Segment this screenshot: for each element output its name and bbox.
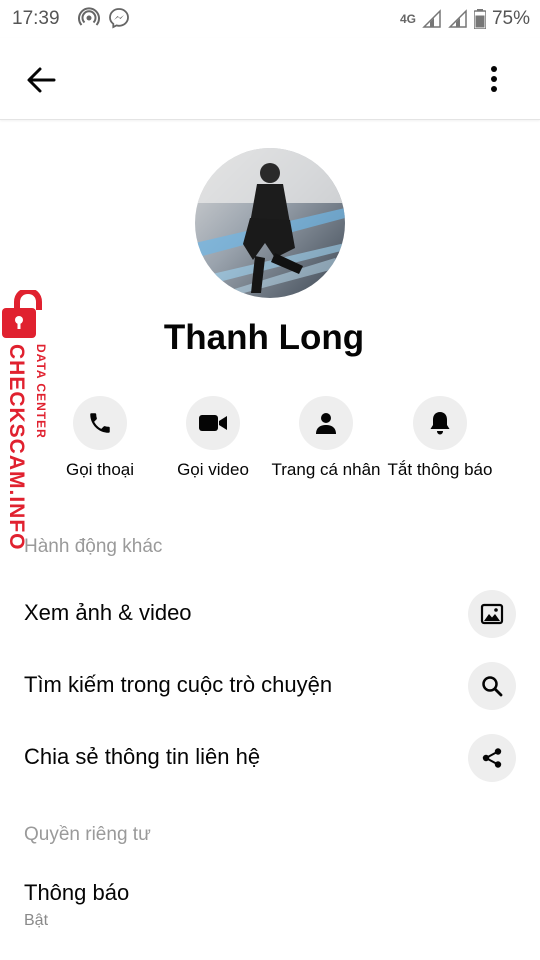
search-conversation-row[interactable]: Tìm kiếm trong cuộc trò chuyện bbox=[0, 656, 540, 716]
profile-button[interactable] bbox=[299, 396, 353, 450]
video-call-button[interactable] bbox=[186, 396, 240, 450]
search-conversation-label: Tìm kiếm trong cuộc trò chuyện bbox=[24, 672, 333, 697]
watermark: CHECKSCAM.INFO DATA CENTER bbox=[0, 290, 62, 560]
watermark-main-text: CHECKSCAM.INFO bbox=[5, 344, 28, 551]
watermark-sub-text: DATA CENTER bbox=[34, 344, 48, 439]
share-icon bbox=[482, 748, 502, 768]
battery-level: 75% bbox=[491, 8, 530, 29]
video-call-label: Gọi video bbox=[177, 460, 249, 479]
image-icon bbox=[480, 603, 504, 625]
video-camera-icon bbox=[199, 415, 227, 431]
person-icon bbox=[316, 413, 336, 434]
view-media-label: Xem ảnh & video bbox=[24, 600, 192, 625]
mute-button[interactable] bbox=[413, 396, 467, 450]
signal-icon-2 bbox=[448, 9, 467, 28]
messenger-icon bbox=[109, 8, 129, 29]
status-bar: 17:39 4G 75% bbox=[0, 0, 540, 38]
status-right: 4G 75% bbox=[400, 8, 530, 30]
search-conversation-button[interactable] bbox=[468, 662, 516, 710]
share-contact-row[interactable]: Chia sẻ thông tin liên hệ bbox=[0, 728, 540, 788]
arrow-left-icon bbox=[27, 67, 56, 93]
search-icon bbox=[482, 676, 503, 697]
mute-action[interactable]: Tắt thông báo bbox=[380, 396, 500, 480]
signal-icon bbox=[422, 9, 441, 28]
profile-name: Thanh Long bbox=[163, 318, 365, 357]
status-time: 17:39 bbox=[12, 8, 60, 29]
view-media-row[interactable]: Xem ảnh & video bbox=[0, 584, 540, 644]
profile-action[interactable]: Trang cá nhân bbox=[266, 396, 386, 480]
profile-avatar[interactable] bbox=[195, 148, 345, 298]
status-left-icons bbox=[78, 7, 130, 29]
network-type: 4G bbox=[399, 12, 416, 26]
battery-icon bbox=[473, 9, 486, 29]
view-media-button[interactable] bbox=[468, 590, 516, 638]
bell-icon bbox=[430, 412, 450, 435]
profile-label: Trang cá nhân bbox=[271, 460, 381, 479]
voice-call-button[interactable] bbox=[73, 396, 127, 450]
mute-label: Tắt thông báo bbox=[387, 460, 493, 479]
hotspot-icon bbox=[78, 7, 100, 26]
video-call-action[interactable]: Gọi video bbox=[153, 396, 273, 480]
notifications-status: Bật bbox=[24, 912, 49, 929]
share-contact-button[interactable] bbox=[468, 734, 516, 782]
notifications-row[interactable]: Thông báo Bật bbox=[0, 866, 540, 946]
more-options-button[interactable] bbox=[484, 60, 504, 100]
quick-actions: Gọi thoại Gọi video Trang cá nhân Tắt th… bbox=[0, 396, 540, 496]
more-vertical-icon bbox=[491, 66, 497, 92]
notifications-label: Thông báo bbox=[24, 880, 130, 905]
app-bar bbox=[0, 38, 540, 120]
lock-icon bbox=[2, 290, 42, 338]
privacy-header: Quyền riêng tư bbox=[24, 824, 151, 845]
share-contact-label: Chia sẻ thông tin liên hệ bbox=[24, 744, 261, 769]
phone-icon bbox=[90, 413, 110, 433]
back-button[interactable] bbox=[22, 60, 62, 100]
avatar-photo bbox=[195, 148, 345, 298]
